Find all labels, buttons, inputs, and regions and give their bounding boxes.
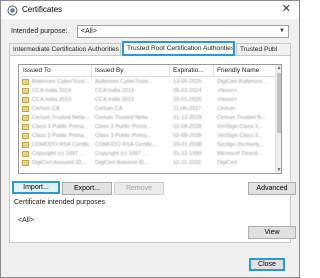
table-row[interactable]: DigiCert Assured ID... DigiCert Assured I… bbox=[19, 159, 277, 168]
table-cell: COMODO RSA Certific... bbox=[95, 142, 158, 148]
table-row[interactable]: Certum Trusted Netw... Certum Trusted Net… bbox=[19, 114, 277, 123]
certificate-icon bbox=[22, 124, 29, 130]
table-row[interactable]: Copyright (c) 1997 ... Copyright (c) 1997… bbox=[19, 150, 277, 159]
table-cell: DigiCert Assured ID... bbox=[32, 160, 86, 166]
certificate-icon bbox=[22, 133, 29, 139]
table-cell: DigiCert Assured ID... bbox=[95, 160, 149, 166]
certificate-icon bbox=[22, 160, 29, 166]
scrollbar-thumb[interactable] bbox=[277, 73, 281, 133]
view-button[interactable]: View bbox=[248, 226, 296, 239]
title-bar: Certificates ✕ bbox=[1, 1, 299, 19]
column-divider[interactable] bbox=[213, 65, 214, 77]
advanced-button[interactable]: Advanced bbox=[248, 182, 296, 195]
table-cell: VeriSign Class 3... bbox=[217, 133, 263, 139]
store-tabs: Intermediate Certification Authorities T… bbox=[9, 41, 291, 56]
table-cell: 02-08-2028 bbox=[173, 124, 202, 130]
table-cell: Certum Trusted N... bbox=[217, 115, 266, 121]
table-row[interactable]: Class 3 Public Prima... Class 3 Public Pr… bbox=[19, 132, 277, 141]
certificate-list[interactable]: Issued To Issued By Expiratio... Friendl… bbox=[18, 64, 282, 174]
table-cell: Class 3 Public Prima... bbox=[32, 133, 89, 139]
table-cell: 19-01-2038 bbox=[173, 142, 202, 148]
column-divider[interactable] bbox=[91, 65, 92, 77]
certificate-icon bbox=[22, 142, 29, 148]
table-cell: Copyright (c) 1997 ... bbox=[95, 151, 148, 157]
table-cell: 05-03-2024 bbox=[173, 88, 202, 94]
table-cell: 13-05-2025 bbox=[173, 79, 202, 85]
chevron-down-icon: ▼ bbox=[279, 28, 285, 34]
close-window-icon[interactable]: ✕ bbox=[282, 3, 291, 16]
table-cell: Certum CA bbox=[95, 106, 123, 112]
table-row[interactable]: Class 3 Public Prima... Class 3 Public Pr… bbox=[19, 123, 277, 132]
table-cell: Microsoft Timest... bbox=[217, 151, 263, 157]
column-expiration[interactable]: Expiratio... bbox=[173, 67, 204, 74]
tab-trusted-publishers[interactable]: Trusted Publ bbox=[236, 43, 291, 55]
table-cell: Certum Trusted Netw... bbox=[95, 115, 153, 121]
table-row[interactable]: Baltimore CyberTrust... Baltimore CyberTr… bbox=[19, 78, 277, 87]
intended-purposes-box: <All> bbox=[14, 208, 286, 240]
import-button[interactable]: Import... bbox=[12, 181, 60, 194]
tab-intermediate-ca[interactable]: Intermediate Certification Authorities bbox=[9, 43, 121, 55]
table-cell: COMODO RSA Certific... bbox=[32, 142, 92, 148]
window-title: Certificates bbox=[22, 5, 63, 14]
table-cell: 31-12-2029 bbox=[173, 115, 202, 121]
table-cell: Sectigo (formerly... bbox=[217, 142, 264, 148]
table-cell: 11-06-2027 bbox=[173, 106, 202, 112]
column-divider[interactable] bbox=[169, 65, 170, 77]
table-cell: <None> bbox=[217, 88, 237, 94]
certificate-rows: Baltimore CyberTrust... Baltimore CyberTr… bbox=[19, 78, 277, 168]
intended-purposes-title: Certificate intended purposes bbox=[14, 199, 106, 206]
intended-purpose-label: Intended purpose: bbox=[11, 28, 68, 35]
certificate-icon bbox=[22, 97, 29, 103]
table-cell: 29-01-2025 bbox=[173, 97, 202, 103]
tab-trusted-root-ca[interactable]: Trusted Root Certification Authorities bbox=[122, 41, 235, 56]
table-row[interactable]: Certum CA Certum CA 11-06-2027 Certum bbox=[19, 105, 277, 114]
table-cell: DigiCert Baltimore... bbox=[217, 79, 268, 85]
table-cell: DigiCert bbox=[217, 160, 238, 166]
certificate-icon bbox=[7, 5, 18, 16]
list-scrollbar[interactable]: ▲ ▼ bbox=[275, 65, 281, 173]
table-cell: Certum bbox=[217, 106, 236, 112]
table-cell: CCA India 2015 bbox=[95, 97, 135, 103]
table-cell: Certum CA bbox=[32, 106, 60, 112]
intended-purpose-value: <All> bbox=[81, 28, 97, 35]
close-button[interactable]: Close bbox=[249, 258, 285, 271]
table-cell: Copyright (c) 1997 ... bbox=[32, 151, 85, 157]
certificate-icon bbox=[22, 151, 29, 157]
column-friendly-name[interactable]: Friendly Name bbox=[217, 67, 259, 74]
table-cell: 31-12-1999 bbox=[173, 151, 202, 157]
table-cell: CCA India 2014 bbox=[95, 88, 135, 94]
certificates-dialog: Certificates ✕ Intended purpose: <All> ▼… bbox=[0, 0, 300, 278]
table-cell: VeriSign Class 3... bbox=[217, 124, 263, 130]
table-cell: CCA India 2015 bbox=[32, 97, 72, 103]
tab-panel: Issued To Issued By Expiratio... Friendl… bbox=[9, 55, 296, 243]
table-cell: Certum Trusted Netw... bbox=[32, 115, 90, 121]
certificate-icon bbox=[22, 79, 29, 85]
table-cell: Baltimore CyberTrust... bbox=[32, 79, 90, 85]
column-issued-by[interactable]: Issued By bbox=[95, 67, 124, 74]
table-cell: CCA India 2014 bbox=[32, 88, 72, 94]
export-button[interactable]: Export... bbox=[62, 182, 112, 195]
table-row[interactable]: CCA India 2015 CCA India 2015 29-01-2025 <N… bbox=[19, 96, 277, 105]
scroll-down-icon[interactable]: ▼ bbox=[276, 167, 281, 173]
table-cell: Class 3 Public Prima... bbox=[32, 124, 89, 130]
remove-button[interactable]: Remove bbox=[114, 182, 164, 195]
table-row[interactable]: COMODO RSA Certific... COMODO RSA Certifi… bbox=[19, 141, 277, 150]
table-cell: 10-11-2031 bbox=[173, 160, 202, 166]
table-cell: Baltimore CyberTrust... bbox=[95, 79, 153, 85]
table-cell: Class 3 Public Prima... bbox=[95, 124, 152, 130]
certificate-icon bbox=[22, 88, 29, 94]
table-row[interactable]: CCA India 2014 CCA India 2014 05-03-2024 <N… bbox=[19, 87, 277, 96]
table-cell: 02-08-2028 bbox=[173, 133, 202, 139]
certificate-icon bbox=[22, 106, 29, 112]
list-header: Issued To Issued By Expiratio... Friendl… bbox=[19, 65, 277, 77]
column-issued-to[interactable]: Issued To bbox=[23, 67, 51, 74]
scroll-up-icon[interactable]: ▲ bbox=[276, 65, 281, 71]
certificate-icon bbox=[22, 115, 29, 121]
table-cell: <None> bbox=[217, 97, 237, 103]
table-cell: Class 3 Public Prima... bbox=[95, 133, 152, 139]
intended-purposes-value: <All> bbox=[18, 217, 34, 224]
intended-purpose-select[interactable]: <All> ▼ bbox=[77, 25, 289, 38]
